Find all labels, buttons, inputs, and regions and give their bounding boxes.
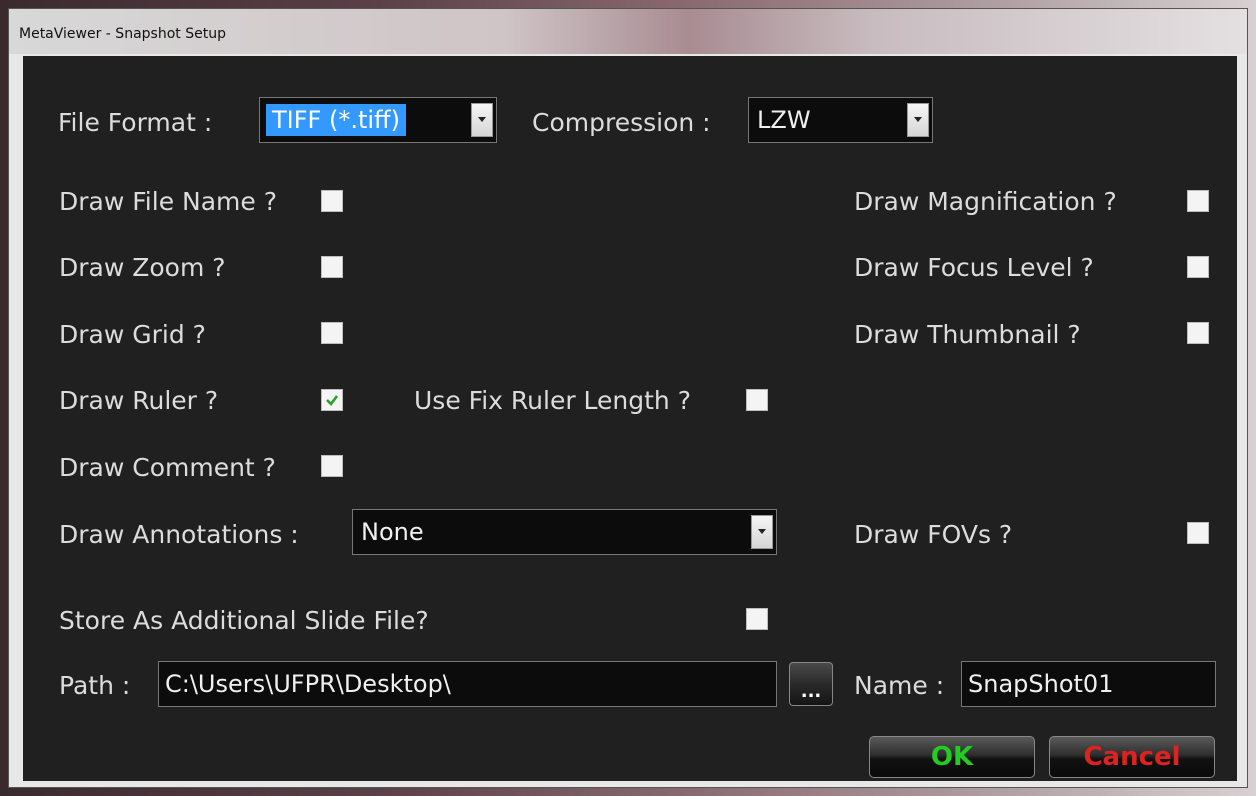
draw-grid-checkbox[interactable]: [321, 322, 343, 344]
path-input[interactable]: C:\Users\UFPR\Desktop\: [158, 661, 777, 707]
draw-ruler-checkbox[interactable]: [321, 389, 343, 411]
draw-zoom-label: Draw Zoom ?: [59, 253, 226, 282]
snapshot-setup-window: MetaViewer - Snapshot Setup File Format …: [8, 8, 1248, 788]
draw-annotations-select[interactable]: None: [352, 509, 777, 555]
draw-focus-level-label: Draw Focus Level ?: [854, 253, 1094, 282]
dialog-body: File Format : TIFF (*.tiff) Compression …: [23, 56, 1237, 781]
draw-magnification-checkbox[interactable]: [1187, 190, 1209, 212]
name-input[interactable]: SnapShot01: [961, 661, 1216, 707]
draw-thumbnail-label: Draw Thumbnail ?: [854, 320, 1081, 349]
draw-annotations-value: None: [361, 518, 424, 546]
store-additional-checkbox[interactable]: [746, 608, 768, 630]
draw-ruler-label: Draw Ruler ?: [59, 386, 219, 415]
chevron-down-icon[interactable]: [751, 515, 773, 549]
checkmark-icon: [326, 395, 339, 406]
browse-button[interactable]: ...: [789, 662, 833, 706]
browse-label: ...: [800, 681, 822, 702]
draw-zoom-checkbox[interactable]: [321, 256, 343, 278]
draw-focus-level-checkbox[interactable]: [1187, 256, 1209, 278]
draw-fovs-label: Draw FOVs ?: [854, 520, 1013, 549]
draw-thumbnail-checkbox[interactable]: [1187, 322, 1209, 344]
draw-comment-label: Draw Comment ?: [59, 453, 276, 482]
ok-button[interactable]: OK: [869, 736, 1035, 778]
draw-comment-checkbox[interactable]: [321, 455, 343, 477]
path-label: Path :: [59, 671, 131, 700]
draw-fovs-checkbox[interactable]: [1187, 522, 1209, 544]
store-additional-label: Store As Additional Slide File?: [59, 606, 429, 635]
window-title: MetaViewer - Snapshot Setup: [19, 26, 226, 42]
file-format-select[interactable]: TIFF (*.tiff): [259, 97, 497, 143]
compression-value: LZW: [757, 106, 811, 134]
chevron-down-icon[interactable]: [471, 103, 493, 137]
draw-magnification-label: Draw Magnification ?: [854, 187, 1117, 216]
draw-annotations-label: Draw Annotations :: [59, 520, 299, 549]
compression-select[interactable]: LZW: [748, 97, 933, 143]
chevron-down-icon[interactable]: [907, 103, 929, 137]
use-fix-ruler-length-label: Use Fix Ruler Length ?: [414, 386, 691, 415]
use-fix-ruler-length-checkbox[interactable]: [746, 389, 768, 411]
compression-label: Compression :: [532, 108, 711, 137]
title-bar[interactable]: MetaViewer - Snapshot Setup: [9, 9, 1247, 54]
draw-grid-label: Draw Grid ?: [59, 320, 206, 349]
cancel-button[interactable]: Cancel: [1049, 736, 1215, 778]
name-label: Name :: [854, 671, 945, 700]
file-format-value: TIFF (*.tiff): [266, 104, 406, 136]
path-value: C:\Users\UFPR\Desktop\: [165, 670, 451, 698]
draw-file-name-checkbox[interactable]: [321, 190, 343, 212]
file-format-label: File Format :: [58, 108, 213, 137]
name-value: SnapShot01: [968, 670, 1114, 698]
draw-file-name-label: Draw File Name ?: [59, 187, 277, 216]
